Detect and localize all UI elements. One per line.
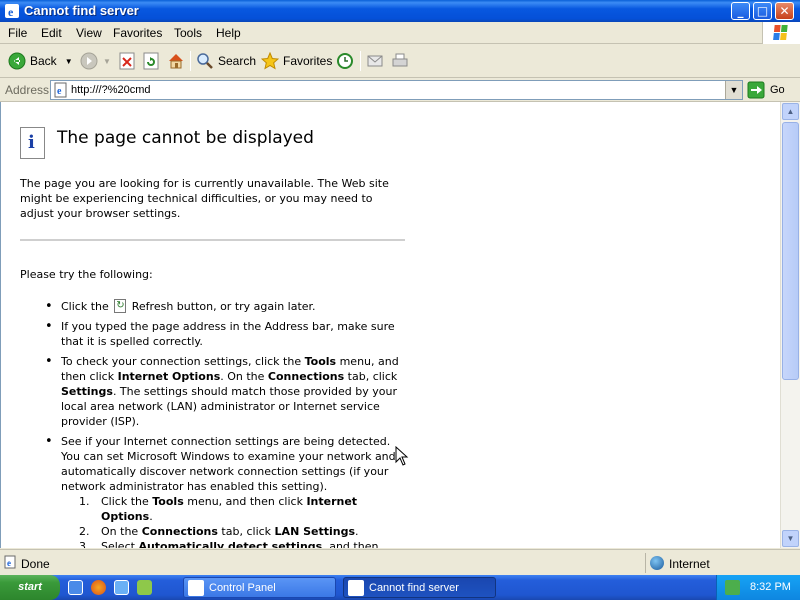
quicklaunch-firefox-icon[interactable] — [91, 580, 106, 595]
back-label: Back — [30, 54, 57, 68]
forward-dropdown-icon[interactable]: ▼ — [103, 57, 111, 66]
status-bar: e Done Internet — [0, 549, 800, 575]
quicklaunch-ie-icon[interactable] — [68, 580, 83, 595]
history-icon — [337, 53, 353, 69]
status-divider — [645, 553, 646, 573]
suggestions-list: Click the Refresh button, or try again l… — [45, 298, 411, 548]
clock: 8:32 PM — [750, 581, 791, 593]
go-arrow-icon — [747, 81, 765, 99]
favorites-label: Favorites — [283, 54, 333, 68]
maximize-button[interactable]: □ — [753, 2, 772, 20]
svg-text:e: e — [8, 5, 14, 19]
standard-toolbar: Back ▼ ▼ Search Favorites — [0, 45, 800, 78]
stop-icon — [119, 52, 135, 70]
page-done-icon: e — [4, 555, 16, 569]
page-content[interactable]: i The page cannot be displayed The page … — [0, 102, 780, 548]
quicklaunch-app-icon[interactable] — [114, 580, 129, 595]
scroll-thumb[interactable] — [782, 122, 799, 380]
scroll-down-icon[interactable]: ▼ — [782, 530, 799, 547]
refresh-button[interactable] — [143, 50, 159, 72]
vertical-scrollbar[interactable]: ▲ ▼ — [780, 102, 800, 548]
globe-icon — [650, 556, 664, 570]
network-icon[interactable] — [725, 580, 740, 595]
svg-text:e: e — [57, 86, 62, 97]
history-button[interactable] — [336, 50, 354, 72]
menu-favorites[interactable]: Favorites — [113, 26, 162, 40]
address-input[interactable] — [71, 82, 721, 98]
favorites-star-icon — [261, 52, 279, 70]
divider — [20, 239, 405, 241]
list-item: If you typed the page address in the Add… — [45, 319, 411, 349]
menu-file[interactable]: File — [8, 26, 27, 40]
control-panel-icon — [188, 579, 204, 596]
stop-button[interactable] — [119, 50, 135, 72]
page-icon: e — [54, 82, 67, 98]
browser-window: e Cannot find server _ □ ✕ File Edit Vie… — [0, 0, 800, 575]
address-dropdown-icon[interactable]: ▼ — [725, 81, 742, 99]
page-title: The page cannot be displayed — [57, 128, 314, 148]
taskbar: start Control Panel Cannot find server 8… — [0, 575, 800, 600]
title-bar[interactable]: e Cannot find server _ □ ✕ — [0, 0, 800, 22]
mouse-cursor-icon — [395, 446, 409, 466]
forward-button[interactable]: ▼ — [80, 50, 111, 72]
address-label: Address — [5, 83, 50, 97]
back-dropdown-icon[interactable]: ▼ — [65, 57, 73, 66]
search-label: Search — [218, 54, 257, 68]
scroll-up-icon[interactable]: ▲ — [782, 103, 799, 120]
ie-task-icon — [348, 579, 364, 596]
try-heading: Please try the following: — [20, 268, 153, 281]
security-zone: Internet — [669, 557, 710, 571]
quicklaunch-msn-icon[interactable] — [137, 580, 152, 595]
address-field[interactable]: e ▼ — [50, 80, 743, 100]
search-icon — [197, 53, 213, 69]
step-item: 3. Select Automatically detect settings, … — [79, 540, 379, 548]
list-item: To check your connection settings, click… — [45, 354, 411, 429]
address-bar: Address e ▼ Go — [0, 79, 800, 102]
step-item: 2. On the Connections tab, click LAN Sett… — [79, 525, 359, 538]
menu-help[interactable]: Help — [216, 26, 241, 40]
intro-text: The page you are looking for is currentl… — [20, 177, 389, 220]
task-control-panel[interactable]: Control Panel — [183, 577, 336, 598]
home-button[interactable] — [167, 50, 185, 72]
back-arrow-icon — [8, 52, 26, 70]
status-text: Done — [21, 557, 50, 571]
refresh-icon — [114, 298, 127, 313]
mail-button[interactable] — [366, 50, 384, 72]
forward-arrow-icon — [80, 52, 98, 70]
toolbar-separator — [360, 51, 361, 71]
window-title: Cannot find server — [24, 3, 139, 18]
ie-icon: e — [5, 4, 19, 19]
go-button[interactable]: Go — [747, 81, 785, 99]
print-button[interactable] — [391, 50, 409, 72]
svg-text:e: e — [7, 558, 11, 568]
favorites-button[interactable]: Favorites — [261, 50, 332, 72]
system-tray: 8:32 PM — [716, 575, 800, 600]
home-icon — [169, 54, 183, 69]
minimize-button[interactable]: _ — [731, 2, 750, 20]
menu-edit[interactable]: Edit — [41, 26, 62, 40]
refresh-icon — [143, 52, 159, 70]
toolbar-separator — [190, 51, 191, 71]
print-icon — [392, 53, 408, 67]
step-item: 1. Click the Tools menu, and then click I… — [79, 495, 358, 523]
task-cannot-find-server[interactable]: Cannot find server — [343, 577, 496, 598]
windows-logo-icon — [762, 22, 800, 44]
list-item: See if your Internet connection settings… — [45, 434, 411, 548]
close-button[interactable]: ✕ — [775, 2, 794, 20]
info-icon: i — [20, 127, 45, 159]
list-item: Click the Refresh button, or try again l… — [45, 298, 411, 314]
start-button[interactable]: start — [0, 575, 60, 600]
back-button[interactable]: Back ▼ — [8, 50, 73, 72]
menu-bar: File Edit View Favorites Tools Help — [0, 22, 800, 44]
go-label: Go — [770, 84, 785, 96]
mail-icon — [367, 55, 383, 67]
menu-tools[interactable]: Tools — [174, 26, 202, 40]
search-button[interactable]: Search — [196, 50, 256, 72]
steps-list: 1. Click the Tools menu, and then click I… — [61, 494, 411, 548]
menu-view[interactable]: View — [76, 26, 102, 40]
